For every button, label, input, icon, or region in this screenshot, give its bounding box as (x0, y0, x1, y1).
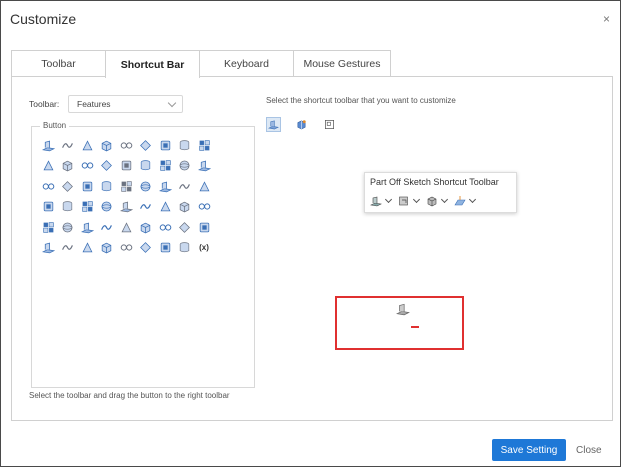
popup-title: Part Off Sketch Shortcut Toolbar (370, 177, 499, 187)
sketch-plane-icon[interactable] (60, 240, 76, 256)
curve-icon[interactable] (40, 240, 56, 256)
sweep-icon[interactable] (79, 137, 95, 153)
button-icon-grid: (x) (40, 137, 216, 261)
thread-cosmetic-icon[interactable] (99, 240, 115, 256)
toolbar-select[interactable]: Features (68, 95, 183, 113)
cut-extrude-icon[interactable] (118, 137, 134, 153)
thread-icon[interactable] (60, 158, 76, 174)
pyramid-icon[interactable] (60, 219, 76, 235)
shell-icon[interactable] (157, 137, 173, 153)
tag-icon[interactable] (157, 240, 173, 256)
stamp-icon[interactable] (177, 240, 193, 256)
mirror-icon[interactable] (99, 158, 115, 174)
toolbar-select-value: Features (77, 99, 111, 109)
draft-icon[interactable] (196, 137, 212, 153)
split-icon[interactable] (177, 158, 193, 174)
plane-icon (454, 196, 466, 206)
cylinder-icon[interactable] (79, 199, 95, 215)
left-hint: Select the toolbar and drag the button t… (29, 391, 230, 400)
popup-extrude-button[interactable] (370, 195, 393, 207)
ellipse-icon[interactable] (99, 219, 115, 235)
wrap-icon[interactable] (40, 199, 56, 215)
spline-icon[interactable] (118, 240, 134, 256)
block-icon[interactable] (99, 199, 115, 215)
chevron-down-icon (412, 195, 421, 204)
right-hint: Select the shortcut toolbar that you wan… (266, 96, 456, 105)
customize-dialog: Customize × Toolbar Shortcut Bar Keyboar… (0, 0, 621, 467)
extrude-icon (370, 196, 382, 207)
popup-part-button[interactable] (426, 195, 449, 207)
part-icon (427, 196, 437, 207)
variable-label: (x) (199, 243, 209, 253)
linear-pattern-icon[interactable] (138, 178, 154, 194)
cube-icon[interactable] (196, 158, 212, 174)
chamfer-icon[interactable] (118, 158, 134, 174)
variable-icon[interactable]: (x) (196, 240, 212, 256)
circular-pattern-icon[interactable] (157, 178, 173, 194)
surface-icon[interactable] (138, 199, 154, 215)
part-shortcut-icon[interactable] (266, 117, 281, 132)
boss-icon[interactable] (138, 137, 154, 153)
shortcut-toolbar-popup: Part Off Sketch Shortcut Toolbar (364, 172, 517, 213)
feature-icon[interactable] (177, 178, 193, 194)
chevron-down-icon (167, 98, 177, 108)
toolbar-label: Toolbar: (29, 99, 60, 109)
wedge-icon[interactable] (40, 219, 56, 235)
axis-icon[interactable] (177, 219, 193, 235)
body-icon[interactable] (196, 178, 212, 194)
tab-strip: Toolbar Shortcut Bar Keyboard Mouse Gest… (11, 50, 391, 78)
popup-plane-button[interactable] (454, 195, 477, 207)
chevron-down-icon (440, 195, 449, 204)
shortcut-bar-panel: Toolbar: Features Button (x) Select the … (11, 76, 613, 421)
pattern-icon[interactable] (79, 158, 95, 174)
shortcut-toolbar-choices (266, 117, 337, 132)
dialog-title: Customize (10, 11, 77, 27)
prism-icon[interactable] (138, 219, 154, 235)
close-button[interactable]: Close (576, 439, 602, 461)
box-icon[interactable] (99, 178, 115, 194)
layers-icon[interactable] (138, 240, 154, 256)
rotate-icon[interactable] (118, 199, 134, 215)
extrude-icon[interactable] (40, 137, 56, 153)
dome-icon[interactable] (60, 199, 76, 215)
tab-toolbar[interactable]: Toolbar (11, 50, 106, 77)
coordinate-icon[interactable] (196, 219, 212, 235)
drawing-shortcut-icon[interactable] (322, 117, 337, 132)
plane-icon[interactable] (118, 219, 134, 235)
button-group-legend: Button (40, 121, 70, 130)
chevron-down-icon (468, 195, 477, 204)
face-icon[interactable] (60, 178, 76, 194)
helix-icon[interactable] (79, 240, 95, 256)
tab-mouse-gestures[interactable]: Mouse Gestures (293, 50, 391, 77)
popup-sketch-button[interactable] (398, 195, 421, 207)
rib-icon[interactable] (177, 137, 193, 153)
button-group: Button (x) (31, 121, 255, 388)
drop-indicator (411, 326, 419, 328)
cone-icon[interactable] (177, 199, 193, 215)
revolve-icon[interactable] (60, 137, 76, 153)
point-icon[interactable] (157, 219, 173, 235)
sphere-icon[interactable] (79, 178, 95, 194)
grid-icon[interactable] (118, 178, 134, 194)
sketch-icon (399, 196, 408, 206)
torus-icon[interactable] (79, 219, 95, 235)
combine-icon[interactable] (157, 158, 173, 174)
assembly-shortcut-icon[interactable] (294, 117, 309, 132)
tab-keyboard[interactable]: Keyboard (199, 50, 294, 77)
chevron-down-icon (384, 195, 393, 204)
save-setting-button[interactable]: Save Setting (492, 439, 566, 461)
loft-icon[interactable] (99, 137, 115, 153)
extrude-icon[interactable] (396, 302, 410, 316)
ball-icon[interactable] (196, 199, 212, 215)
fillet-icon[interactable] (138, 158, 154, 174)
popup-icons (370, 195, 477, 207)
hole-icon[interactable] (40, 158, 56, 174)
close-icon[interactable]: × (603, 12, 610, 26)
flat-icon[interactable] (157, 199, 173, 215)
tab-shortcut-bar[interactable]: Shortcut Bar (105, 50, 200, 78)
solid-icon[interactable] (40, 178, 56, 194)
